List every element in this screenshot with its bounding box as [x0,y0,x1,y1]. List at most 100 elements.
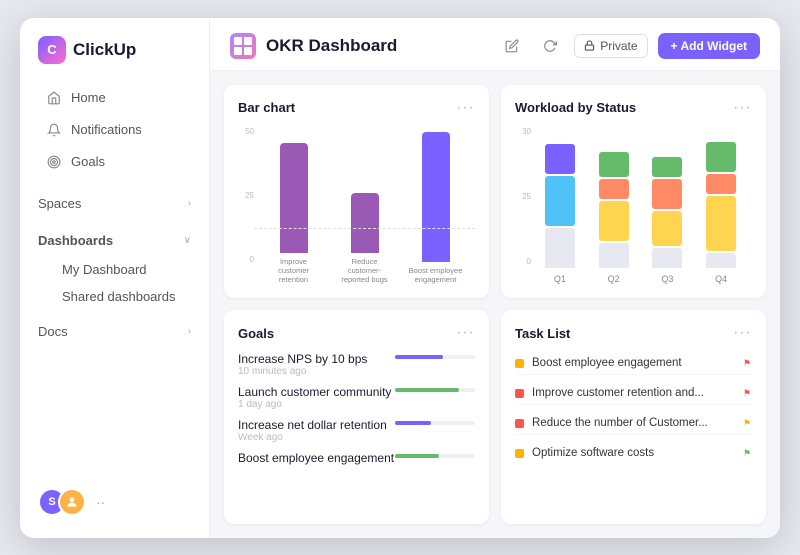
task-list-header: Task List ··· [515,324,752,342]
task-list-title: Task List [515,326,570,341]
workload-q4: Q4 [706,142,736,284]
q4-seg-green [706,142,736,172]
workload-title: Workload by Status [515,100,636,115]
bar-label-1: Improve customer retention [264,257,324,284]
bar-chart-title: Bar chart [238,100,295,115]
spaces-chevron: › [188,198,191,209]
sidebar-item-notifications[interactable]: Notifications [28,115,201,145]
q1-seg-purple [545,144,575,174]
goal-name-3: Increase net dollar retention [238,418,387,432]
workload-q1: Q1 [545,144,575,284]
bar-chart-widget: Bar chart ··· 50 25 0 Improve customer r… [224,85,489,299]
task-name-1: Boost employee engagement [532,357,682,369]
q3-seg-yellow [652,211,682,246]
docs-label: Docs [38,324,68,339]
bar-2 [351,193,379,253]
private-badge[interactable]: Private [574,34,647,58]
task-list-menu[interactable]: ··· [733,324,752,342]
bar-label-2: Reduce customer-reported bugs [335,257,395,284]
q3-seg-gray [652,248,682,268]
goals-list: Increase NPS by 10 bps 10 minutes ago La… [238,352,475,465]
sidebar-shared-dashboards[interactable]: Shared dashboards [20,283,209,310]
home-icon [46,90,62,106]
sidebar-spaces[interactable]: Spaces › [20,189,209,218]
q1-seg-gray [545,228,575,268]
goal-item-1: Increase NPS by 10 bps 10 minutes ago [238,352,475,377]
task-item-2: Improve customer retention and... ⚑ [515,382,752,405]
q2-seg-orange [599,179,629,199]
bar-group-2: Reduce customer-reported bugs [329,193,400,284]
dashboards-label: Dashboards [38,233,113,248]
goal-time-3: Week ago [238,432,387,443]
topbar-left: OKR Dashboard [230,33,397,59]
edit-button[interactable] [498,32,526,60]
workload-chart-area: 30 25 0 Q1 [515,127,752,285]
task-flag-4: ⚑ [742,448,752,458]
q1-seg-blue [545,176,575,226]
task-dot-3 [515,419,524,428]
task-left-1: Boost employee engagement [515,357,682,369]
task-item-4: Optimize software costs ⚑ [515,442,752,464]
user-dots: ·· [96,494,105,510]
goal-time-2: 1 day ago [238,399,391,410]
spaces-label: Spaces [38,196,81,211]
goal-time-1: 10 minutes ago [238,366,367,377]
add-widget-button[interactable]: + Add Widget [658,33,760,59]
q4-seg-orange [706,174,736,194]
sidebar: C ClickUp Home Notifications Goals Space… [20,18,210,538]
q4-seg-yellow [706,196,736,251]
logo: C ClickUp [20,36,209,82]
dashed-line [254,228,475,229]
goals-menu[interactable]: ··· [456,324,475,342]
sidebar-bottom: S ·· [20,478,209,526]
task-name-4: Optimize software costs [532,447,654,459]
app-window: C ClickUp Home Notifications Goals Space… [20,18,780,538]
bar-chart-y-axis: 50 25 0 [238,127,254,265]
q4-label: Q4 [715,274,727,284]
q3-label: Q3 [661,274,673,284]
task-left-3: Reduce the number of Customer... [515,417,708,429]
sidebar-item-home-label: Home [71,90,106,105]
bar-group-3: Boost employee engagement [400,132,471,284]
main-content: OKR Dashboard Private + Add Widget [210,18,780,538]
q3-seg-orange [652,179,682,209]
sidebar-item-goals[interactable]: Goals [28,147,201,177]
task-dot-1 [515,359,524,368]
dashboard-icon [230,33,256,59]
goal-item-2: Launch customer community 1 day ago [238,385,475,410]
q2-label: Q2 [608,274,620,284]
task-flag-2: ⚑ [742,388,752,398]
sidebar-docs[interactable]: Docs › [20,317,209,346]
task-flag-1: ⚑ [742,358,752,368]
goal-item-3: Increase net dollar retention Week ago [238,418,475,443]
bar-1 [280,143,308,253]
goals-title: Goals [238,326,274,341]
bell-icon [46,122,62,138]
goals-widget: Goals ··· Increase NPS by 10 bps 10 minu… [224,310,489,524]
sidebar-dashboards[interactable]: Dashboards ∨ [20,226,209,255]
avatar-img [58,488,86,516]
sidebar-my-dashboard[interactable]: My Dashboard [20,256,209,283]
sidebar-item-home[interactable]: Home [28,83,201,113]
task-left-4: Optimize software costs [515,447,654,459]
refresh-button[interactable] [536,32,564,60]
bar-chart-menu[interactable]: ··· [456,99,475,117]
task-left-2: Improve customer retention and... [515,387,704,399]
q3-seg-green [652,157,682,177]
q2-seg-yellow [599,201,629,241]
bar-chart-header: Bar chart ··· [238,99,475,117]
sidebar-item-goals-label: Goals [71,154,105,169]
goals-header: Goals ··· [238,324,475,342]
target-icon [46,154,62,170]
bar-chart-area: 50 25 0 Improve customer retention Reduc… [238,127,475,285]
task-list-widget: Task List ··· Boost employee engagement … [501,310,766,524]
q2-seg-gray [599,243,629,268]
logo-text: ClickUp [73,40,136,60]
workload-q2: Q2 [599,152,629,284]
workload-widget: Workload by Status ··· 30 25 0 [501,85,766,299]
docs-chevron: › [188,326,191,337]
task-list: Boost employee engagement ⚑ Improve cust… [515,352,752,464]
bar-3 [422,132,450,262]
task-flag-3: ⚑ [742,418,752,428]
workload-menu[interactable]: ··· [733,99,752,117]
